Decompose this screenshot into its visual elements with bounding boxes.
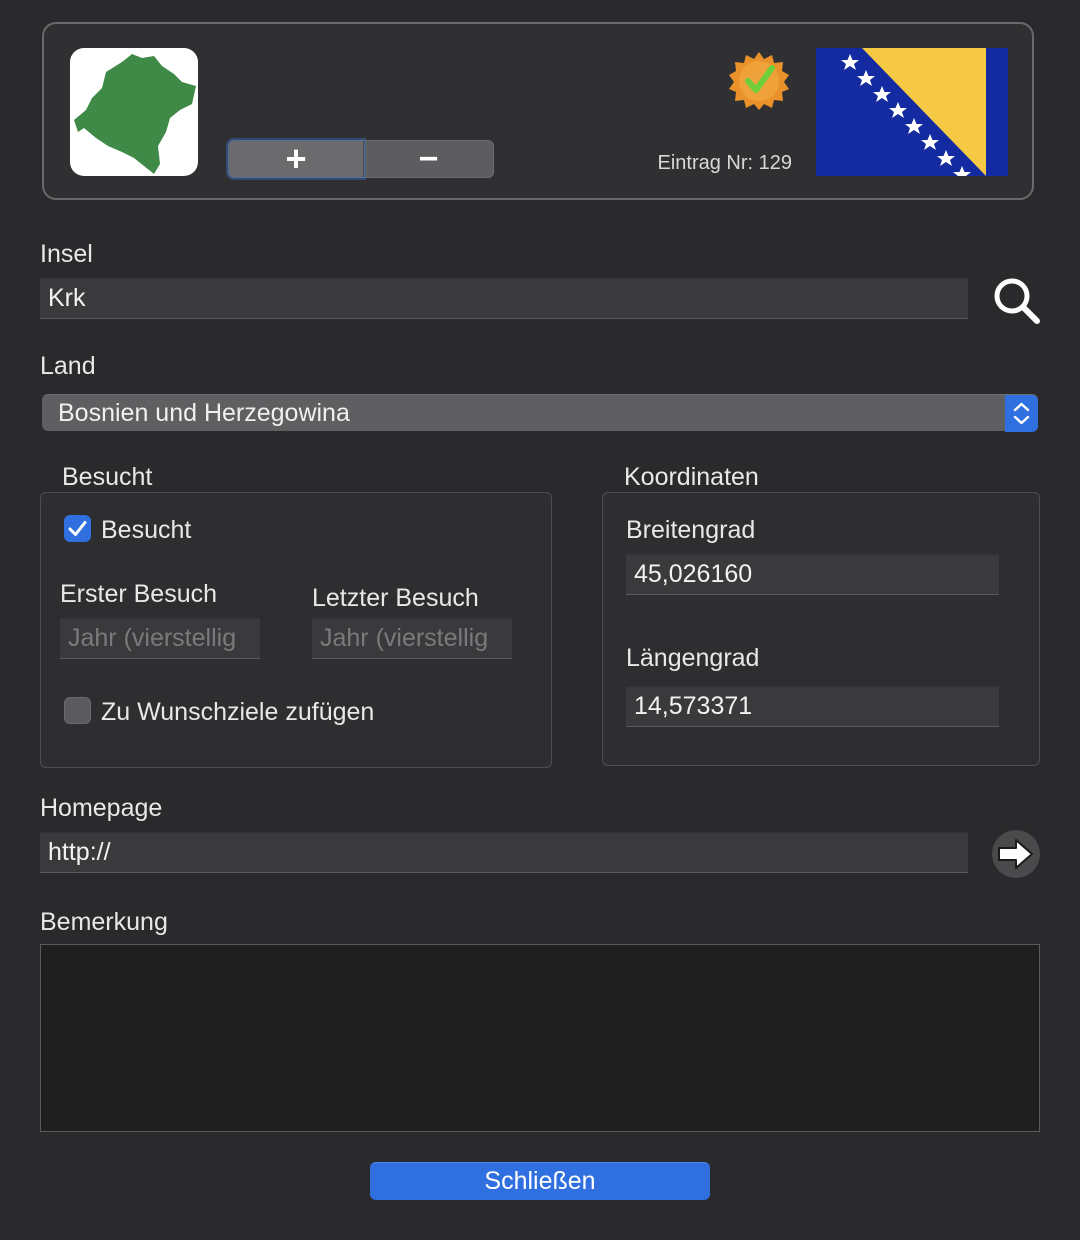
remove-entry-button[interactable]: − <box>364 141 493 177</box>
visited-checkbox[interactable] <box>64 515 91 542</box>
country-flag-image <box>816 48 1008 176</box>
remarks-label: Bemerkung <box>40 908 168 936</box>
open-homepage-button[interactable] <box>992 830 1040 878</box>
search-icon[interactable] <box>990 274 1042 326</box>
visited-checkbox-label: Besucht <box>101 516 192 544</box>
longitude-label: Längengrad <box>626 644 760 672</box>
add-entry-button[interactable]: + <box>229 141 363 177</box>
last-visit-label: Letzter Besuch <box>312 584 479 612</box>
wishlist-checkbox[interactable] <box>64 697 91 724</box>
homepage-label: Homepage <box>40 794 163 822</box>
homepage-url-field[interactable]: http:// <box>40 832 968 873</box>
checkmark-icon <box>68 521 87 536</box>
coordinates-group-title: Koordinaten <box>624 463 759 491</box>
first-visit-input[interactable]: Jahr (vierstellig <box>60 618 260 659</box>
entry-number-label: Eintrag Nr: 129 <box>657 152 792 174</box>
visited-group-title: Besucht <box>62 463 153 491</box>
longitude-field[interactable]: 14,573371 <box>626 686 999 727</box>
island-map-image <box>70 48 198 176</box>
add-remove-segmented-control: + − <box>228 140 494 178</box>
close-button[interactable]: Schließen <box>370 1162 710 1200</box>
latitude-field[interactable]: 45,026160 <box>626 554 999 595</box>
remarks-textarea[interactable] <box>40 944 1040 1132</box>
first-visit-label: Erster Besuch <box>60 580 218 608</box>
wishlist-checkbox-label: Zu Wunschziele zufügen <box>101 698 375 726</box>
arrow-right-icon <box>998 839 1033 869</box>
country-selected-value: Bosnien und Herzegowina <box>58 399 350 427</box>
country-select[interactable]: Bosnien und Herzegowina <box>42 394 1038 432</box>
chevron-up-down-icon <box>1005 395 1038 432</box>
island-label: Insel <box>40 240 93 268</box>
country-label: Land <box>40 352 96 380</box>
latitude-label: Breitengrad <box>626 516 756 544</box>
verified-badge-icon <box>729 52 789 110</box>
last-visit-input[interactable]: Jahr (vierstellig <box>312 618 512 659</box>
island-name-field[interactable]: Krk <box>40 278 968 319</box>
